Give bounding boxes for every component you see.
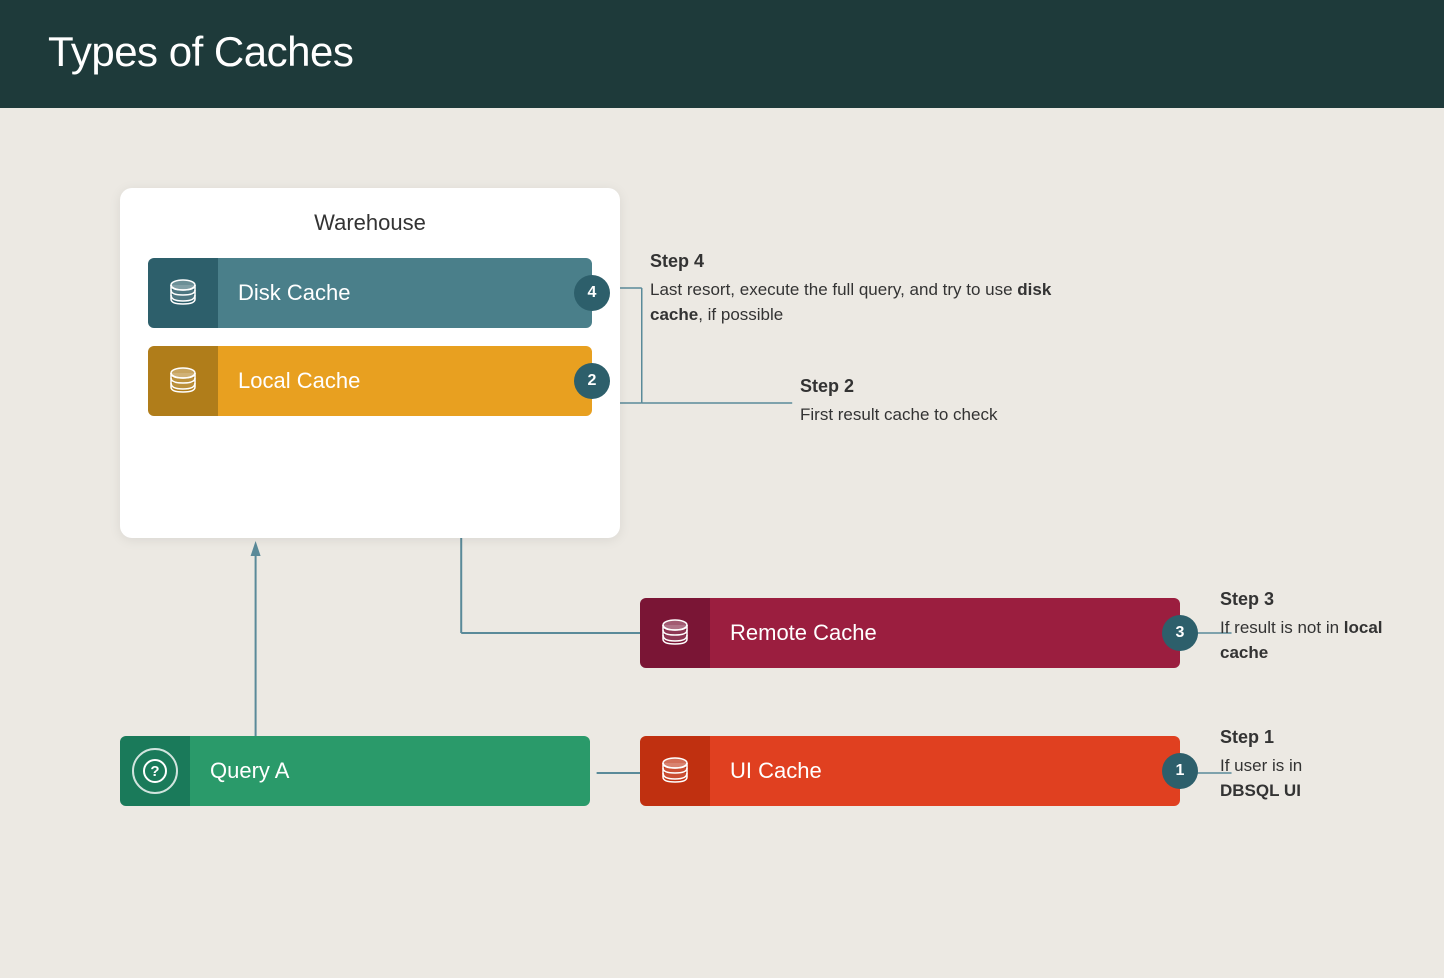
query-main: Query A [190, 736, 590, 806]
step2-text: First result cache to check [800, 405, 997, 424]
remote-cache-main: Remote Cache [710, 598, 1180, 668]
step2-title: Step 2 [800, 373, 997, 399]
warehouse-box: Warehouse Disk Cache 4 [120, 188, 620, 538]
remote-cache-number: 3 [1162, 615, 1198, 651]
query-label: Query A [190, 758, 289, 784]
step4-text: Last resort, execute the full query, and… [650, 280, 1051, 324]
query-box: ? Query A [120, 736, 590, 806]
query-icon: ? [120, 736, 190, 806]
step1-text: If user is inDBSQL UI [1220, 756, 1302, 800]
disk-cache-number: 4 [574, 275, 610, 311]
ui-cache-label: UI Cache [710, 758, 822, 784]
local-cache-label: Local Cache [218, 368, 592, 394]
disk-cache-label: Disk Cache [218, 280, 592, 306]
svg-text:?: ? [150, 763, 159, 780]
step1-desc: Step 1 If user is inDBSQL UI [1220, 724, 1302, 803]
diagram: Warehouse Disk Cache 4 [60, 158, 1384, 918]
remote-cache-box: Remote Cache 3 [640, 598, 1180, 668]
step4-desc: Step 4 Last resort, execute the full que… [650, 248, 1070, 327]
page-title: Types of Caches [48, 28, 1396, 76]
step3-title: Step 3 [1220, 586, 1384, 612]
disk-cache-item: Disk Cache 4 [148, 258, 592, 328]
main-content: Warehouse Disk Cache 4 [0, 108, 1444, 978]
local-cache-item: Local Cache 2 [148, 346, 592, 416]
step3-desc: Step 3 If result is not in local cache [1220, 586, 1384, 665]
warehouse-label: Warehouse [120, 188, 620, 236]
step1-title: Step 1 [1220, 724, 1302, 750]
ui-cache-box: UI Cache 1 [640, 736, 1180, 806]
step3-text: If result is not in local cache [1220, 618, 1383, 662]
header: Types of Caches [0, 0, 1444, 108]
step4-title: Step 4 [650, 248, 1070, 274]
ui-cache-icon [640, 736, 710, 806]
remote-cache-label: Remote Cache [710, 620, 877, 646]
ui-cache-number: 1 [1162, 753, 1198, 789]
ui-cache-main: UI Cache [710, 736, 1180, 806]
remote-cache-icon [640, 598, 710, 668]
step2-desc: Step 2 First result cache to check [800, 373, 997, 428]
local-cache-number: 2 [574, 363, 610, 399]
